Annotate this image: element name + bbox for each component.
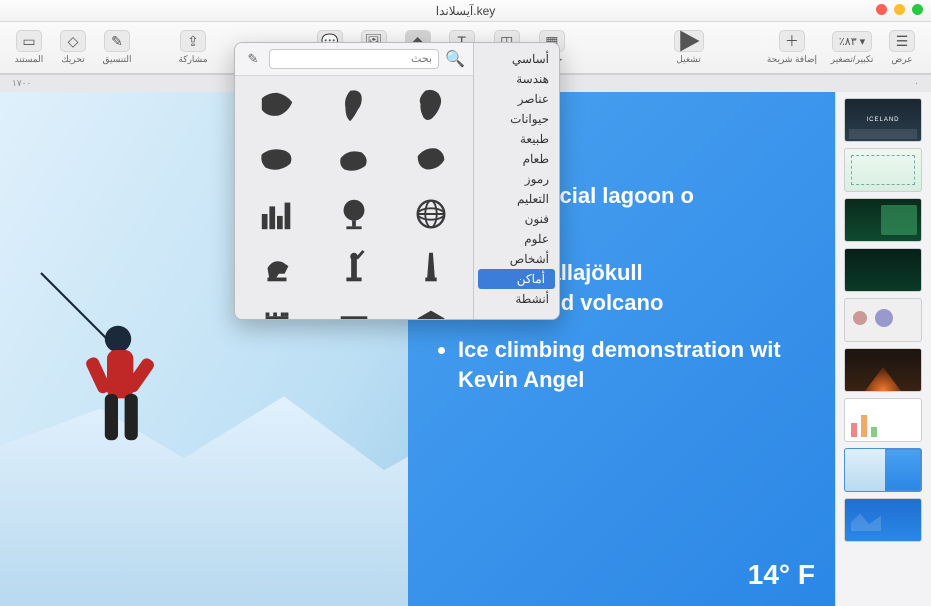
animate-icon: ◇ bbox=[60, 30, 86, 52]
play-icon bbox=[674, 30, 704, 52]
shape-europe-icon[interactable] bbox=[398, 140, 463, 180]
shape-south-america-icon[interactable] bbox=[322, 86, 387, 126]
category-item[interactable]: عناصر bbox=[474, 89, 559, 109]
category-item[interactable]: أساسي bbox=[474, 49, 559, 69]
play-button[interactable]: تشغيل bbox=[670, 28, 708, 67]
shape-skyline-icon[interactable] bbox=[245, 194, 310, 234]
shape-asia-icon[interactable] bbox=[245, 86, 310, 126]
category-item[interactable]: رموز bbox=[474, 169, 559, 189]
share-button[interactable]: ⇪ مشاركة bbox=[174, 28, 212, 67]
temperature-label[interactable]: 14° F bbox=[748, 556, 815, 594]
category-item[interactable]: علوم bbox=[474, 229, 559, 249]
climber-graphic bbox=[8, 262, 228, 482]
shape-search-input[interactable] bbox=[269, 49, 439, 69]
plus-icon: ＋ bbox=[779, 30, 805, 52]
category-item[interactable]: أشخاص bbox=[474, 249, 559, 269]
view-button[interactable]: ☰ عرض bbox=[883, 28, 921, 67]
category-item[interactable]: حيوانات bbox=[474, 109, 559, 129]
shape-australia-icon[interactable] bbox=[322, 140, 387, 180]
category-item[interactable]: أماكن bbox=[478, 269, 555, 289]
slide-thumbnail[interactable] bbox=[844, 398, 922, 442]
category-item[interactable]: طعام bbox=[474, 149, 559, 169]
shape-globe-grid-icon[interactable] bbox=[398, 194, 463, 234]
slide-thumbnail[interactable] bbox=[844, 448, 922, 492]
slide-thumbnail[interactable] bbox=[844, 298, 922, 342]
shape-globe-stand-icon[interactable] bbox=[322, 194, 387, 234]
window-controls bbox=[876, 4, 923, 15]
category-item[interactable]: أنشطة bbox=[474, 289, 559, 309]
shape-africa-icon[interactable] bbox=[398, 86, 463, 126]
slide-thumbnail[interactable] bbox=[844, 198, 922, 242]
edit-icon[interactable]: ✎ bbox=[243, 51, 263, 67]
document-button[interactable]: ▭ المستند bbox=[10, 28, 48, 67]
search-icon: 🔍 bbox=[445, 49, 465, 69]
ruler-tick: ۰ bbox=[914, 78, 919, 89]
slide-thumbnail[interactable] bbox=[844, 248, 922, 292]
format-icon: ✎ bbox=[104, 30, 130, 52]
shape-panel: 🔍 ✎ bbox=[235, 43, 473, 319]
shape-obelisk-icon[interactable] bbox=[398, 248, 463, 288]
maximize-icon[interactable] bbox=[912, 4, 923, 15]
minimize-icon[interactable] bbox=[894, 4, 905, 15]
share-icon: ⇪ bbox=[180, 30, 206, 52]
titlebar: آیسلاندا.key bbox=[0, 0, 931, 22]
shape-statue-liberty-icon[interactable] bbox=[322, 248, 387, 288]
document-icon: ▭ bbox=[16, 30, 42, 52]
shape-equestrian-statue-icon[interactable] bbox=[245, 248, 310, 288]
ruler-tick: ۱۷۰۰ bbox=[12, 78, 31, 89]
close-icon[interactable] bbox=[876, 4, 887, 15]
chevron-down-icon: ▾ bbox=[860, 35, 866, 48]
shape-category-list[interactable]: أساسي هندسة عناصر حيوانات طبيعة طعام رمو… bbox=[473, 43, 559, 319]
category-item[interactable]: التعليم bbox=[474, 189, 559, 209]
category-item[interactable]: طبيعة bbox=[474, 129, 559, 149]
view-icon: ☰ bbox=[889, 30, 915, 52]
category-item[interactable]: هندسة bbox=[474, 69, 559, 89]
window-title: آیسلاندا.key bbox=[436, 4, 496, 18]
slide-navigator[interactable]: ICELAND bbox=[835, 92, 931, 606]
add-slide-button[interactable]: ＋ إضافة شريحة bbox=[763, 28, 821, 67]
slide-thumbnail[interactable] bbox=[844, 148, 922, 192]
shape-usa-icon[interactable] bbox=[245, 140, 310, 180]
shape-pantheon-icon[interactable] bbox=[398, 302, 463, 319]
shapes-popover: أساسي هندسة عناصر حيوانات طبيعة طعام رمو… bbox=[234, 42, 560, 320]
category-item[interactable]: فنون bbox=[474, 209, 559, 229]
shape-temple-icon[interactable] bbox=[322, 302, 387, 319]
zoom-control[interactable]: ٪٨٣▾ تكبير/تصغير bbox=[827, 31, 877, 65]
shape-castle-icon[interactable] bbox=[245, 302, 310, 319]
format-button[interactable]: ✎ التنسيق bbox=[98, 28, 136, 67]
bullet-item[interactable]: Ice climbing demonstration wit Kevin Ang… bbox=[458, 335, 815, 394]
slide-thumbnail[interactable] bbox=[844, 498, 922, 542]
animate-button[interactable]: ◇ تحريك bbox=[54, 28, 92, 67]
slide-thumbnail[interactable]: ICELAND bbox=[844, 98, 922, 142]
shape-grid[interactable] bbox=[235, 76, 473, 319]
slide-thumbnail[interactable] bbox=[844, 348, 922, 392]
search-row: 🔍 ✎ bbox=[235, 43, 473, 76]
